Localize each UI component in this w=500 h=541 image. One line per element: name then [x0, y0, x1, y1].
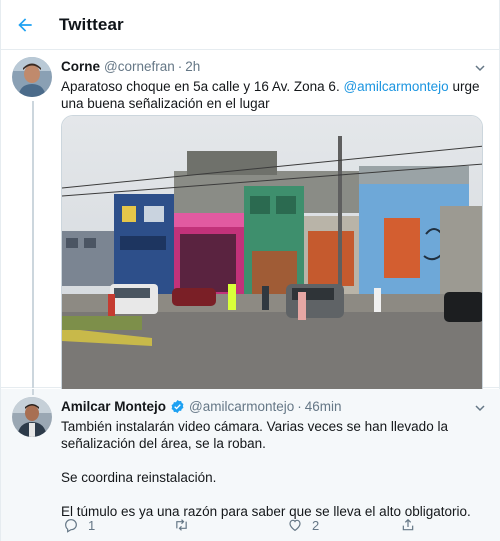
thread-connector — [32, 101, 34, 388]
timestamp[interactable]: 2h — [185, 59, 200, 74]
like-button[interactable]: 2 — [287, 517, 319, 533]
tweet-paragraph: También instalarán video cámara. Varias … — [61, 419, 448, 451]
tweet-focused[interactable]: Amilcar Montejo @amilcarmontejo · 46min … — [1, 389, 500, 541]
page-title: Twittear — [59, 15, 124, 34]
reply-icon — [65, 519, 77, 533]
retweet-button[interactable] — [173, 517, 199, 533]
back-button[interactable] — [14, 14, 36, 36]
user-handle[interactable]: @cornefran — [104, 59, 175, 74]
tweet-text-part: Aparatoso choque en 5a calle y 16 Av. Zo… — [61, 79, 344, 94]
share-button[interactable] — [400, 517, 416, 533]
like-count: 2 — [312, 517, 320, 533]
separator-dot: · — [297, 399, 302, 414]
timestamp[interactable]: 46min — [305, 399, 342, 414]
heart-icon — [289, 519, 301, 532]
tweet-thread-panel: Twittear Corne @cornefran · 2h Aparatoso… — [0, 0, 500, 541]
more-options-button[interactable] — [473, 401, 487, 415]
arrow-left-icon — [18, 18, 32, 32]
tweet-header: Amilcar Montejo @amilcarmontejo · 46min — [61, 399, 481, 414]
separator-dot: · — [177, 59, 183, 74]
share-icon — [402, 518, 414, 531]
avatar[interactable] — [12, 57, 52, 97]
chevron-down-icon — [475, 65, 485, 72]
thread-connector — [32, 389, 34, 395]
chevron-down-icon — [475, 405, 485, 412]
display-name[interactable]: Amilcar Montejo — [61, 399, 166, 414]
mention-link[interactable]: @amilcarmontejo — [343, 79, 448, 94]
avatar[interactable] — [12, 397, 52, 437]
reply-button[interactable]: 1 — [63, 517, 95, 533]
retweet-icon — [176, 519, 187, 531]
tweet-text: Aparatoso choque en 5a calle y 16 Av. Zo… — [61, 78, 483, 112]
tweet-paragraph: Se coordina reinstalación. — [61, 470, 217, 485]
verified-badge-icon — [170, 399, 185, 414]
tweet-photo[interactable] — [61, 115, 483, 403]
reply-count: 1 — [88, 517, 96, 533]
header-bar: Twittear — [1, 0, 500, 50]
display-name[interactable]: Corne — [61, 59, 100, 74]
user-handle[interactable]: @amilcarmontejo — [189, 399, 294, 414]
tweet-text: También instalarán video cámara. Varias … — [61, 418, 483, 520]
tweet[interactable]: Corne @cornefran · 2h Aparatoso choque e… — [1, 51, 500, 431]
tweet-actions: 1 2 — [61, 517, 421, 535]
more-options-button[interactable] — [473, 61, 487, 75]
tweet-header: Corne @cornefran · 2h — [61, 59, 481, 74]
